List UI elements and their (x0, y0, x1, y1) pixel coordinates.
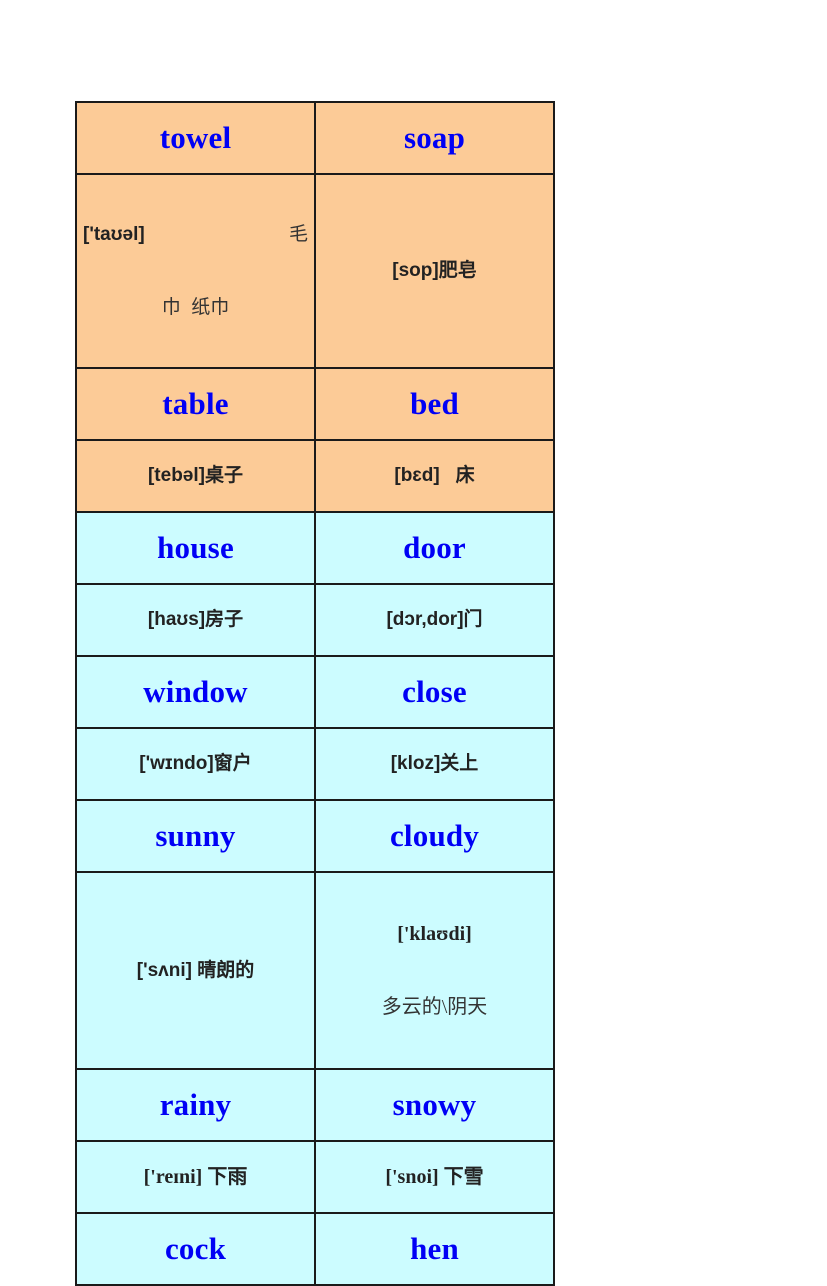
gloss-cell-table[interactable]: [tebəl]桌子 (75, 439, 316, 513)
table-row: ['reɪni] 下雨 ['snoi] 下雪 (75, 1140, 555, 1215)
headword: house (157, 529, 234, 565)
gloss-text: [tebəl]桌子 (147, 465, 243, 487)
gloss-cell-door[interactable]: [dɔr,dor]门 (314, 583, 555, 657)
translation-text: 毛 (288, 223, 308, 245)
word-cell-window[interactable]: window (75, 655, 316, 729)
vocabulary-sheet: towel soap ['taʊəl] 毛 巾 纸巾 [sop]肥皂 table… (75, 101, 555, 1286)
headword: cloudy (389, 817, 480, 853)
table-row: ['taʊəl] 毛 巾 纸巾 [sop]肥皂 (75, 173, 555, 369)
table-row: cock hen (75, 1212, 555, 1286)
word-cell-cock[interactable]: cock (75, 1212, 316, 1286)
gloss-line-top: ['taʊəl] 毛 (83, 223, 308, 247)
headword: snowy (392, 1086, 477, 1122)
gloss-text: [dɔr,dor]门 (386, 609, 483, 631)
gloss-text: ['sʌni] 晴朗的 (136, 959, 255, 981)
headword: rainy (159, 1086, 232, 1122)
headword: cock (164, 1230, 227, 1266)
gloss-text: ['taʊəl] 毛 巾 纸巾 (83, 176, 308, 366)
word-cell-sunny[interactable]: sunny (75, 799, 316, 873)
gloss-text: ['klaʊdi] 多云的\阴天 (322, 874, 547, 1067)
gloss-cell-towel[interactable]: ['taʊəl] 毛 巾 纸巾 (75, 173, 316, 369)
gloss-cell-window[interactable]: ['wɪndo]窗户 (75, 727, 316, 801)
gloss-cell-sunny[interactable]: ['sʌni] 晴朗的 (75, 870, 316, 1071)
table-row: sunny cloudy (75, 799, 555, 873)
headword: hen (410, 1230, 459, 1266)
word-cell-cloudy[interactable]: cloudy (314, 799, 555, 873)
table-row: ['sʌni] 晴朗的 ['klaʊdi] 多云的\阴天 (75, 870, 555, 1071)
table-row: ['wɪndo]窗户 [kloz]关上 (75, 727, 555, 801)
gloss-cell-rainy[interactable]: ['reɪni] 下雨 (75, 1140, 316, 1215)
table-row: table bed (75, 367, 555, 441)
gloss-text: [sop]肥皂 (392, 260, 477, 282)
translation-text-second-line: 巾 纸巾 (161, 296, 230, 318)
gloss-cell-bed[interactable]: [bɛd] 床 (314, 439, 555, 513)
table-row: window close (75, 655, 555, 729)
gloss-cell-cloudy[interactable]: ['klaʊdi] 多云的\阴天 (314, 870, 555, 1071)
word-cell-table[interactable]: table (75, 367, 316, 441)
headword: bed (410, 385, 459, 421)
gloss-text: ['reɪni] 下雨 (143, 1165, 248, 1188)
word-cell-house[interactable]: house (75, 511, 316, 585)
table-row: [haʊs]房子 [dɔr,dor]门 (75, 583, 555, 657)
gloss-cell-close[interactable]: [kloz]关上 (314, 727, 555, 801)
word-cell-bed[interactable]: bed (314, 367, 555, 441)
headword: window (143, 673, 248, 709)
headword: sunny (155, 817, 236, 853)
gloss-text: [kloz]关上 (390, 753, 479, 775)
headword: soap (403, 119, 466, 155)
word-cell-snowy[interactable]: snowy (314, 1068, 555, 1143)
headword: door (403, 529, 466, 565)
word-cell-soap[interactable]: soap (314, 101, 555, 175)
gloss-text: ['wɪndo]窗户 (139, 753, 252, 775)
word-cell-towel[interactable]: towel (75, 101, 316, 175)
headword: towel (159, 119, 232, 155)
gloss-cell-snowy[interactable]: ['snoi] 下雪 (314, 1140, 555, 1215)
gloss-cell-soap[interactable]: [sop]肥皂 (314, 173, 555, 369)
word-cell-hen[interactable]: hen (314, 1212, 555, 1286)
gloss-cell-house[interactable]: [haʊs]房子 (75, 583, 316, 657)
word-cell-door[interactable]: door (314, 511, 555, 585)
translation-text: 多云的\阴天 (381, 995, 488, 1018)
table-row: towel soap (75, 101, 555, 175)
gloss-text: [haʊs]房子 (147, 609, 244, 631)
gloss-text: ['snoi] 下雪 (385, 1165, 484, 1188)
gloss-text: [bɛd] 床 (394, 465, 475, 487)
word-cell-rainy[interactable]: rainy (75, 1068, 316, 1143)
headword: close (402, 673, 467, 709)
vocabulary-table: towel soap ['taʊəl] 毛 巾 纸巾 [sop]肥皂 table… (75, 101, 555, 1286)
ipa-text: ['taʊəl] (83, 223, 145, 245)
ipa-text: ['klaʊdi] (397, 922, 472, 945)
headword: table (162, 385, 229, 421)
word-cell-close[interactable]: close (314, 655, 555, 729)
table-row: rainy snowy (75, 1068, 555, 1143)
table-row: [tebəl]桌子 [bɛd] 床 (75, 439, 555, 513)
table-row: house door (75, 511, 555, 585)
